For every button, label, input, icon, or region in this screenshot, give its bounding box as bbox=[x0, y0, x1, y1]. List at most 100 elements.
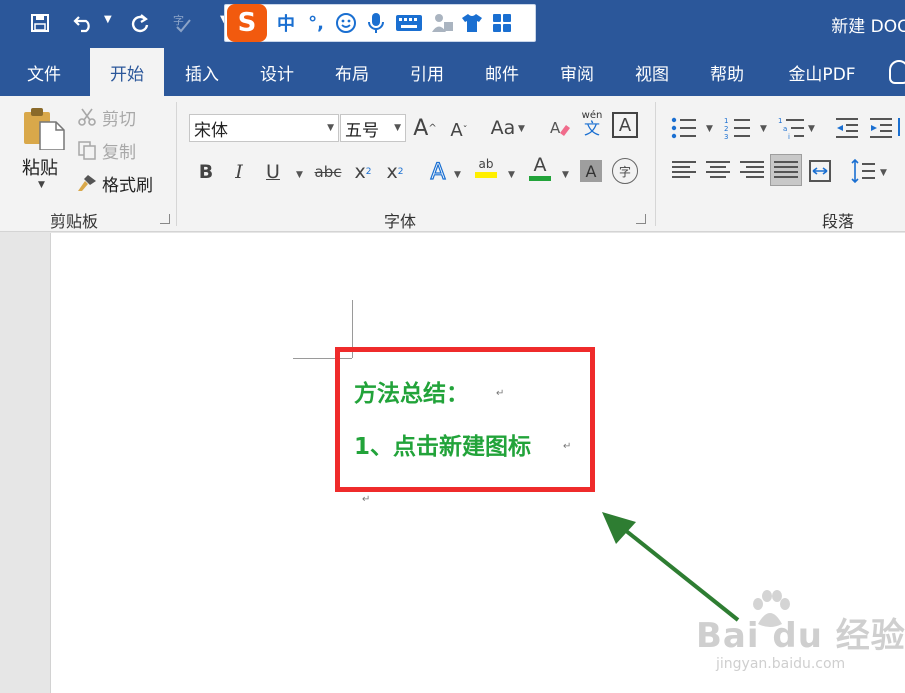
microphone-icon[interactable] bbox=[361, 8, 391, 38]
paste-icon[interactable] bbox=[22, 106, 66, 150]
tab-layout[interactable]: 布局 bbox=[322, 48, 382, 96]
highlight-label: ab bbox=[478, 157, 494, 171]
cut-button[interactable]: 剪切 bbox=[76, 104, 136, 130]
highlight-dropdown-icon[interactable]: ▼ bbox=[508, 170, 515, 180]
paragraph-mark-icon: ↵ bbox=[563, 441, 572, 452]
clear-formatting-icon[interactable]: A bbox=[546, 114, 574, 142]
character-border-button[interactable]: A bbox=[612, 112, 638, 138]
bullets-dropdown-icon[interactable]: ▼ bbox=[706, 124, 713, 134]
tab-review[interactable]: 审阅 bbox=[547, 48, 607, 96]
subscript-label: x bbox=[354, 161, 366, 183]
undo-dropdown-icon[interactable]: ▼ bbox=[104, 14, 112, 25]
line-spacing-icon[interactable] bbox=[850, 158, 876, 184]
paragraph-group-label: 段落 bbox=[822, 212, 855, 231]
summary-step-1[interactable]: 1、点击新建图标 bbox=[354, 427, 531, 461]
grow-font-button[interactable]: A ^ bbox=[411, 114, 439, 142]
multilevel-list-icon[interactable]: 1ai bbox=[778, 116, 806, 140]
increase-indent-icon[interactable] bbox=[868, 116, 894, 140]
scissors-icon bbox=[76, 106, 98, 128]
redo-icon[interactable] bbox=[126, 8, 154, 38]
cut-label: 剪切 bbox=[102, 109, 136, 130]
numbering-dropdown-icon[interactable]: ▼ bbox=[760, 124, 767, 134]
paste-dropdown-icon[interactable]: ▼ bbox=[38, 180, 45, 190]
character-border-label: A bbox=[618, 114, 632, 136]
change-case-button[interactable]: Aa bbox=[487, 114, 519, 142]
bullets-icon[interactable] bbox=[670, 116, 698, 140]
font-name-select[interactable]: 宋体 ▼ bbox=[189, 114, 339, 142]
tab-kingsoft-pdf[interactable]: 金山PDF bbox=[772, 48, 872, 96]
font-size-select[interactable]: 五号 ▼ bbox=[340, 114, 406, 142]
ime-mode-toggle[interactable]: 中 bbox=[271, 8, 301, 38]
tab-references[interactable]: 引用 bbox=[397, 48, 457, 96]
character-shading-button[interactable]: A bbox=[580, 160, 602, 182]
shirt-icon[interactable] bbox=[457, 8, 487, 38]
decrease-indent-icon[interactable] bbox=[834, 116, 860, 140]
paragraph-mark-icon: ↵ bbox=[362, 494, 371, 505]
line-spacing-dropdown-icon[interactable]: ▼ bbox=[880, 168, 887, 178]
ime-punctuation-toggle[interactable]: °, bbox=[301, 8, 331, 38]
format-painter-label: 格式刷 bbox=[102, 175, 153, 196]
phonetic-guide-button[interactable]: wén 文 bbox=[578, 110, 606, 138]
sort-icon[interactable] bbox=[898, 114, 905, 140]
tab-insert[interactable]: 插入 bbox=[172, 48, 232, 96]
highlight-box bbox=[335, 347, 595, 492]
svg-text:3: 3 bbox=[724, 133, 728, 140]
superscript-button[interactable]: x2 bbox=[381, 158, 409, 186]
text-effects-dropdown-icon[interactable]: ▼ bbox=[454, 170, 461, 180]
change-case-label: Aa bbox=[490, 117, 516, 139]
smile-icon[interactable] bbox=[331, 8, 361, 38]
spelling-icon[interactable]: 字 bbox=[168, 8, 196, 38]
subscript-button[interactable]: x2 bbox=[349, 158, 377, 186]
strikethrough-button[interactable]: abc bbox=[312, 158, 344, 186]
paste-button[interactable]: 粘贴 bbox=[22, 154, 58, 180]
tab-design[interactable]: 设计 bbox=[247, 48, 307, 96]
align-center-icon[interactable] bbox=[706, 158, 732, 184]
copy-button[interactable]: 复制 bbox=[76, 137, 136, 163]
align-right-icon[interactable] bbox=[740, 158, 766, 184]
caret-down-icon: ˇ bbox=[462, 124, 468, 136]
change-case-dropdown-icon[interactable]: ▼ bbox=[518, 124, 525, 134]
tab-mailings[interactable]: 邮件 bbox=[472, 48, 532, 96]
save-icon[interactable] bbox=[26, 8, 54, 38]
summary-heading[interactable]: 方法总结： bbox=[354, 374, 469, 408]
font-color-label: A bbox=[533, 153, 547, 176]
format-painter-button[interactable]: 格式刷 bbox=[76, 170, 153, 196]
enclose-characters-button[interactable]: 字 bbox=[612, 158, 638, 184]
lightbulb-icon[interactable] bbox=[889, 60, 905, 84]
numbering-icon[interactable]: 123 bbox=[724, 116, 752, 140]
sogou-logo-icon[interactable]: S bbox=[227, 4, 267, 42]
tab-file[interactable]: 文件 bbox=[14, 48, 74, 96]
group-separator bbox=[655, 102, 656, 226]
italic-button[interactable]: I bbox=[225, 158, 253, 186]
clipboard-launcher-icon[interactable] bbox=[160, 214, 170, 224]
copy-label: 复制 bbox=[102, 142, 136, 163]
user-card-icon[interactable] bbox=[427, 8, 457, 38]
tab-home[interactable]: 开始 bbox=[90, 48, 164, 96]
justify-icon[interactable] bbox=[770, 154, 802, 186]
paragraph-mark-icon: ↵ bbox=[496, 388, 505, 399]
highlight-button[interactable]: ab bbox=[472, 154, 500, 182]
ribbon-home: 粘贴 ▼ 剪切 复制 格式刷 剪贴板 宋体 ▼ 五号 ▼ A^ Aˇ Aa ▼ bbox=[0, 96, 905, 232]
underline-button[interactable]: U bbox=[259, 158, 287, 186]
baidu-watermark: Bai du 经验 jingyan.baidu.com bbox=[676, 590, 905, 690]
highlight-swatch bbox=[475, 172, 497, 178]
shrink-font-button[interactable]: Aˇ bbox=[445, 116, 473, 144]
grid-icon[interactable] bbox=[487, 8, 517, 38]
font-launcher-icon[interactable] bbox=[636, 214, 646, 224]
shrink-font-label: A bbox=[450, 119, 463, 141]
tab-help[interactable]: 帮助 bbox=[697, 48, 757, 96]
undo-icon[interactable] bbox=[70, 8, 98, 38]
font-color-dropdown-icon[interactable]: ▼ bbox=[562, 170, 569, 180]
keyboard-icon[interactable] bbox=[391, 8, 427, 38]
multilevel-list-dropdown-icon[interactable]: ▼ bbox=[808, 124, 815, 134]
chevron-down-icon: ▼ bbox=[327, 123, 334, 133]
underline-dropdown-icon[interactable]: ▼ bbox=[296, 170, 303, 180]
font-color-button[interactable]: A bbox=[526, 154, 554, 182]
tab-view[interactable]: 视图 bbox=[622, 48, 682, 96]
bold-button[interactable]: B bbox=[192, 158, 220, 186]
svg-text:1: 1 bbox=[778, 117, 782, 125]
text-effects-button[interactable]: A bbox=[424, 158, 452, 186]
align-left-icon[interactable] bbox=[672, 158, 698, 184]
distributed-icon[interactable] bbox=[808, 158, 832, 184]
phonetic-bottom-label: 文 bbox=[583, 119, 600, 138]
